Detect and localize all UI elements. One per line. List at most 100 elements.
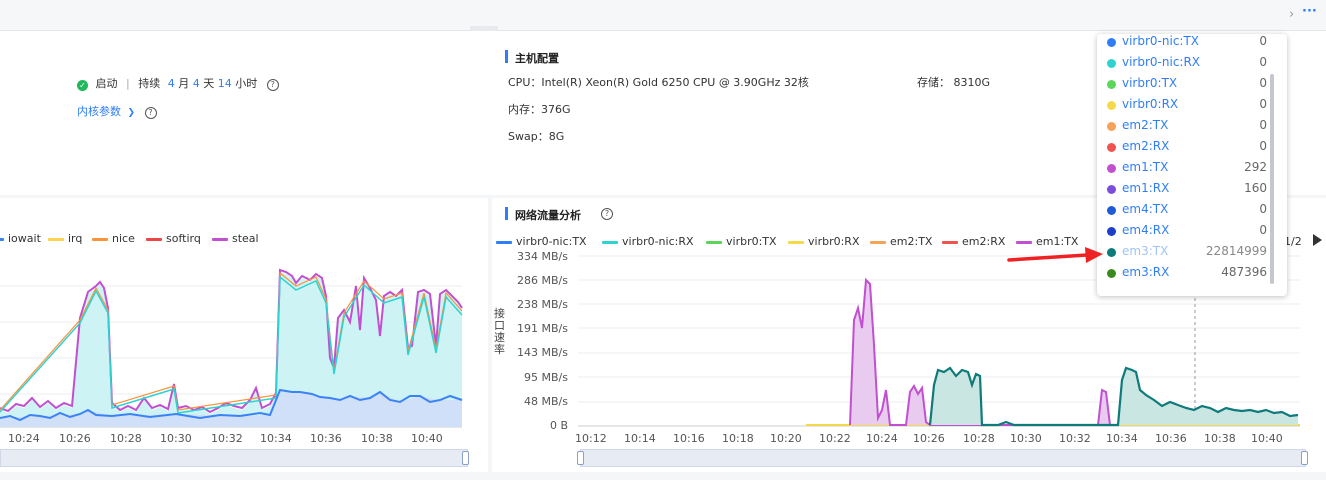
day-unit: 天 [203,77,215,90]
help-icon[interactable]: ? [266,79,279,91]
slider-handle-right[interactable] [1301,451,1308,465]
help-icon[interactable]: ? [601,208,613,220]
duration-hours: 14 [217,77,232,90]
tooltip-series-value: 0 [1259,202,1267,216]
x-tick-label: 10:32 [1059,432,1091,445]
tooltip-row: em2:TX 0 [1107,117,1267,138]
chevron-right-icon[interactable]: › [1289,7,1294,22]
legend-item-softirq[interactable]: softirq [146,232,201,245]
tooltip-series-name: virbr0-nic:RX [1122,55,1201,69]
y-tick-label: 191 MB/s [517,322,568,335]
x-tick-label: 10:30 [1010,432,1042,445]
cpu-zoom-slider[interactable] [0,449,468,467]
tooltip-series-name: em4:RX [1122,223,1170,237]
legend-item-nice[interactable]: nice [92,232,135,245]
x-tick-label: 10:14 [624,432,656,445]
legend-label: steal [232,232,259,245]
tooltip-series-name: em1:TX [1122,160,1169,174]
tooltip-series-name: em3:RX [1122,265,1170,279]
y-tick-label: 238 MB/s [517,298,568,311]
legend-label: nice [112,232,135,245]
tooltip-series-value: 0 [1259,34,1267,48]
series-dot [1107,227,1116,236]
hour-unit: 小时 [235,77,258,90]
x-tick-label: 10:26 [59,432,91,445]
tooltip-series-value: 0 [1259,76,1267,90]
tooltip-series-name: em4:TX [1122,202,1169,216]
legend-next-page-icon[interactable] [1313,234,1322,246]
cpu-chart-x-axis: 10:24 10:26 10:28 10:30 10:32 10:34 10:3… [0,432,488,446]
cpu-chart-plot[interactable] [0,250,488,430]
tooltip-series-name: virbr0:TX [1122,76,1178,90]
y-tick-label: 0 B [549,419,568,432]
tooltip-series-name: virbr0-nic:TX [1122,34,1200,48]
tooltip-series-value: 0 [1259,55,1267,69]
section-title-bar [505,207,508,220]
legend-swatch [706,240,722,244]
legend-item-virbr0-tx[interactable]: virbr0:TX [706,235,777,248]
x-tick-label: 10:22 [819,432,851,445]
legend-label: virbr0:RX [808,235,860,248]
cpu-chart-legend: iowait irq nice softirq steal [0,232,488,248]
kernel-params-link[interactable]: 内核参数 ❯ ? [77,103,157,119]
tooltip-row: virbr0-nic:RX 0 [1107,54,1267,75]
chevron-right-icon: ❯ [127,108,136,118]
x-tick-label: 10:24 [8,432,40,445]
x-tick-label: 10:12 [575,432,607,445]
y-tick-label: 143 MB/s [517,346,568,359]
legend-swatch [942,240,958,244]
annotation-arrow-icon [1007,247,1103,263]
legend-item-virbr0-rx[interactable]: virbr0:RX [788,235,859,248]
legend-label: em2:TX [890,235,933,248]
network-zoom-slider[interactable] [580,449,1306,467]
legend-swatch [146,237,162,241]
legend-swatch [92,237,108,241]
month-unit: 月 [178,77,190,90]
kernel-params-label: 内核参数 [77,105,121,118]
host-config-title: 主机配置 [515,52,559,65]
network-chart-title: 网络流量分析 [515,209,581,222]
help-icon[interactable]: ? [144,107,157,119]
series-dot [1107,185,1116,194]
tooltip-row: em3:RX 487396 [1107,264,1267,285]
legend-label: irq [68,232,83,245]
x-tick-label: 10:40 [411,432,443,445]
tooltip-row-highlighted: em3:TX 22814999 [1107,243,1267,264]
tooltip-series-name: em2:TX [1122,118,1169,132]
cpu-info: CPU：Intel(R) Xeon(R) Gold 6250 CPU @ 3.9… [508,76,809,89]
legend-item-iowait[interactable]: iowait [0,232,41,245]
slider-handle[interactable] [462,451,469,465]
tooltip-scrollbar[interactable] [1270,74,1274,284]
tooltip-series-value: 292 [1244,160,1267,174]
tooltip-row: em2:RX 0 [1107,138,1267,159]
legend-item-irq[interactable]: irq [48,232,82,245]
y-tick-label: 95 MB/s [524,371,568,384]
tooltip-series-name: virbr0:RX [1122,97,1179,111]
legend-label: virbr0-nic:TX [516,235,587,248]
legend-label: em2:RX [962,235,1006,248]
tooltip-series-value: 0 [1259,97,1267,111]
x-tick-label: 10:34 [260,432,292,445]
legend-item-virbr0-nic-rx[interactable]: virbr0-nic:RX [602,235,694,248]
series-dot [1107,143,1116,152]
x-tick-label: 10:30 [160,432,192,445]
x-tick-label: 10:38 [361,432,393,445]
legend-item-em2-tx[interactable]: em2:TX [870,235,932,248]
tooltip-row: em1:TX 292 [1107,159,1267,180]
y-tick-label: 48 MB/s [524,395,568,408]
series-dot [1107,59,1116,68]
slider-handle-left[interactable] [577,451,584,465]
status-row: ✓ 启动 | 持续 4 月 4 天 14 小时 ? [77,75,279,91]
legend-item-em2-rx[interactable]: em2:RX [942,235,1005,248]
tooltip-row: virbr0-nic:TX 0 [1107,34,1267,54]
tooltip-series-value: 0 [1259,223,1267,237]
more-icon[interactable]: ··· [1302,4,1317,19]
x-tick-label: 10:20 [770,432,802,445]
legend-swatch [870,240,886,244]
memory-info: 内存：376G [508,103,571,116]
legend-swatch [48,237,64,241]
legend-item-steal[interactable]: steal [212,232,259,245]
legend-label: iowait [8,232,41,245]
legend-item-virbr0-nic-tx[interactable]: virbr0-nic:TX [496,235,587,248]
tooltip-series-name: em1:RX [1122,181,1170,195]
